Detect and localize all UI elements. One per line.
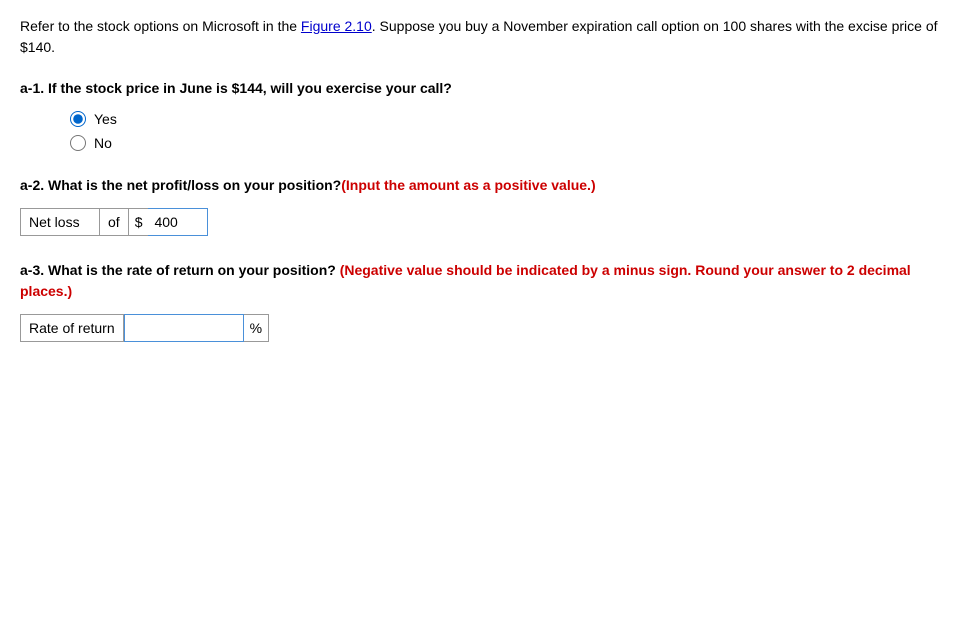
a2-dropdown[interactable]: Net loss xyxy=(20,208,100,236)
radio-no-label: No xyxy=(94,135,112,151)
section-a3: a-3. What is the rate of return on your … xyxy=(20,260,960,342)
section-a1: a-1. If the stock price in June is $144,… xyxy=(20,78,960,151)
a2-dollar-sign: $ xyxy=(128,208,149,236)
radio-yes-label: Yes xyxy=(94,111,117,127)
a3-question: a-3. What is the rate of return on your … xyxy=(20,260,960,302)
radio-no-input[interactable] xyxy=(70,135,86,151)
section-a2: a-2. What is the net profit/loss on your… xyxy=(20,175,960,236)
intro-text-before: Refer to the stock options on Microsoft … xyxy=(20,18,301,34)
a1-question: a-1. If the stock price in June is $144,… xyxy=(20,78,960,99)
a2-of-text: of xyxy=(100,208,128,236)
figure-link[interactable]: Figure 2.10 xyxy=(301,18,372,34)
a2-highlight: (Input the amount as a positive value.) xyxy=(341,177,595,193)
a3-input-row: Rate of return % xyxy=(20,314,960,342)
a3-percent-sign: % xyxy=(244,314,269,342)
radio-no[interactable]: No xyxy=(70,135,960,151)
intro-paragraph: Refer to the stock options on Microsoft … xyxy=(20,16,960,58)
a2-input-row: Net loss of $ xyxy=(20,208,960,236)
a3-rate-label: Rate of return xyxy=(20,314,124,342)
a3-rate-input[interactable] xyxy=(124,314,244,342)
a2-question: a-2. What is the net profit/loss on your… xyxy=(20,175,960,196)
radio-yes[interactable]: Yes xyxy=(70,111,960,127)
a1-radio-group: Yes No xyxy=(70,111,960,151)
a2-value-input[interactable] xyxy=(148,208,208,236)
radio-yes-input[interactable] xyxy=(70,111,86,127)
